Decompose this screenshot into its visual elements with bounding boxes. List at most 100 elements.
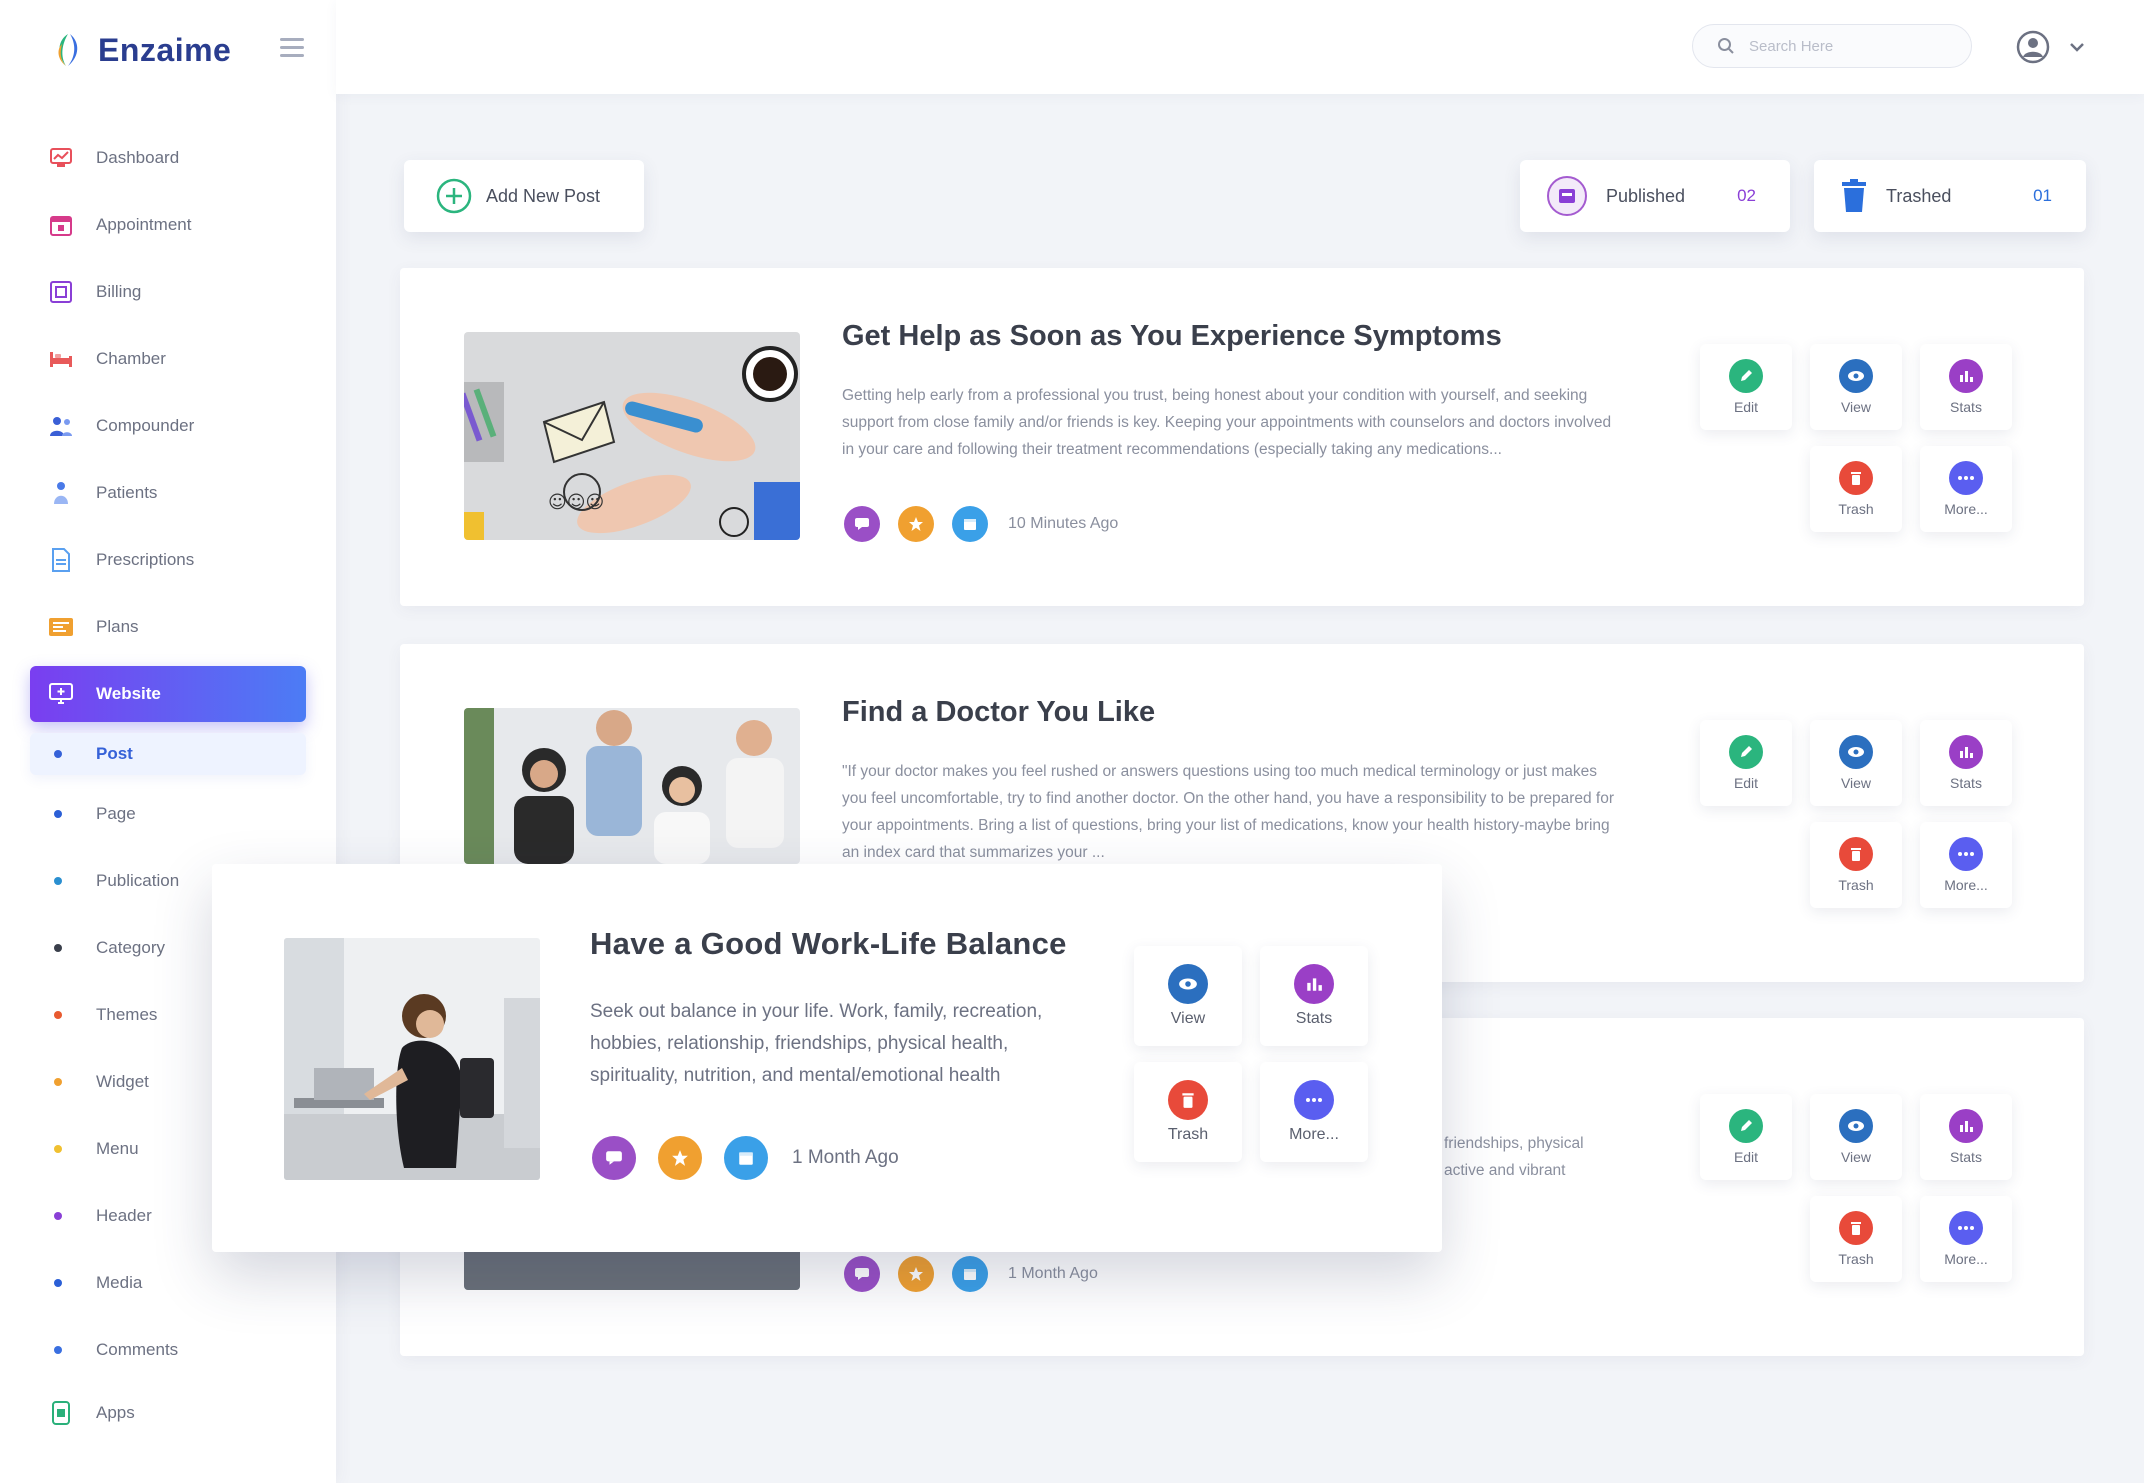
bar-chart-icon: [1294, 964, 1334, 1004]
sidebar-subitem-label: Publication: [96, 871, 180, 890]
sidebar-item-label: Appointment: [96, 215, 192, 234]
edit-label: Edit: [1733, 399, 1759, 415]
view-button[interactable]: View: [1810, 344, 1902, 430]
sidebar-item-billing[interactable]: Billing: [30, 264, 306, 320]
trash-label: Trash: [1167, 1126, 1209, 1143]
more-button[interactable]: More...: [1260, 1062, 1368, 1162]
sidebar-nav: Dashboard Appointment Billing Chamber Co…: [30, 130, 306, 1452]
sidebar-item-prescriptions[interactable]: Prescriptions: [30, 532, 306, 588]
trashed-filter-button[interactable]: Trashed 01: [1814, 160, 2086, 232]
sidebar-item-patients[interactable]: Patients: [30, 465, 306, 521]
edit-label: Edit: [1733, 1149, 1759, 1165]
more-dots-icon: [1949, 1211, 1983, 1245]
post-thumbnail[interactable]: [284, 938, 540, 1180]
sidebar-item-dashboard[interactable]: Dashboard: [30, 130, 306, 186]
published-count: 02: [1737, 186, 1756, 205]
post-thumbnail[interactable]: [464, 708, 800, 864]
sidebar-subitem-post[interactable]: Post: [30, 733, 306, 775]
bullet-dot: [54, 1212, 62, 1220]
sidebar-item-website[interactable]: Website: [30, 666, 306, 722]
brand-logo-icon: [58, 34, 78, 66]
edit-label: Edit: [1733, 775, 1759, 791]
more-dots-icon: [1949, 461, 1983, 495]
comment-icon[interactable]: [844, 506, 880, 542]
published-label: Published: [1606, 185, 1686, 206]
post-title[interactable]: Get Help as Soon as You Experience Sympt…: [842, 320, 1502, 353]
sidebar-item-compounder[interactable]: Compounder: [30, 398, 306, 454]
view-button[interactable]: View: [1810, 720, 1902, 806]
post-meta: 10 Minutes Ago: [844, 506, 1118, 542]
edit-button[interactable]: Edit: [1700, 720, 1792, 806]
more-dots-icon: [1294, 1080, 1334, 1120]
more-button[interactable]: More...: [1920, 446, 2012, 532]
trash-icon: [1168, 1080, 1208, 1120]
sidebar-item-apps[interactable]: Apps: [30, 1385, 306, 1441]
comment-icon[interactable]: [844, 1256, 880, 1292]
view-button[interactable]: View: [1134, 946, 1242, 1046]
sidebar-item-chamber[interactable]: Chamber: [30, 331, 306, 387]
dashboard-icon: [48, 145, 74, 171]
stats-button[interactable]: Stats: [1920, 1094, 2012, 1180]
post-title[interactable]: Find a Doctor You Like: [842, 696, 1155, 729]
trash-icon: [1839, 1211, 1873, 1245]
calendar-icon[interactable]: [952, 506, 988, 542]
trash-button[interactable]: Trash: [1810, 446, 1902, 532]
more-button[interactable]: More...: [1920, 822, 2012, 908]
trash-button[interactable]: Trash: [1810, 1196, 1902, 1282]
sidebar-subitem-page[interactable]: Page: [30, 786, 306, 842]
search-box[interactable]: [1692, 24, 1972, 68]
trash-button[interactable]: Trash: [1810, 822, 1902, 908]
pencil-icon: [1729, 1109, 1763, 1143]
brand[interactable]: Enzaime: [48, 26, 231, 74]
published-filter-button[interactable]: Published 02: [1520, 160, 1790, 232]
view-button[interactable]: View: [1810, 1094, 1902, 1180]
bullet-dot: [54, 1078, 62, 1086]
user-avatar-icon[interactable]: [2016, 30, 2050, 64]
post-thumbnail[interactable]: ☺☺☺: [464, 332, 800, 540]
search-input[interactable]: [1749, 37, 1949, 55]
sidebar-subitem-label: Comments: [96, 1340, 179, 1359]
sidebar-subitem-media[interactable]: Media: [30, 1255, 306, 1311]
sidebar-subitem-label: Menu: [96, 1139, 139, 1158]
post-meta: 1 Month Ago: [844, 1256, 1098, 1292]
billing-icon: [48, 279, 74, 305]
sidebar-subitem-label: Page: [96, 804, 136, 823]
view-label: View: [1840, 775, 1872, 791]
focused-post-card[interactable]: Have a Good Work-Life Balance Seek out b…: [212, 864, 1442, 1252]
more-button[interactable]: More...: [1920, 1196, 2012, 1282]
stats-button[interactable]: Stats: [1920, 720, 2012, 806]
trash-button[interactable]: Trash: [1134, 1062, 1242, 1162]
post-title[interactable]: Have a Good Work-Life Balance: [590, 926, 1067, 962]
eye-icon: [1839, 359, 1873, 393]
edit-button[interactable]: Edit: [1700, 1094, 1792, 1180]
stats-button[interactable]: Stats: [1920, 344, 2012, 430]
stats-button[interactable]: Stats: [1260, 946, 1368, 1046]
post-excerpt: Seek out balance in your life. Work, fam…: [590, 1001, 1043, 1086]
add-new-post-button[interactable]: Add New Post: [404, 160, 644, 232]
post-time: 10 Minutes Ago: [1008, 515, 1119, 532]
calendar-icon[interactable]: [952, 1256, 988, 1292]
bullet-dot: [54, 1011, 62, 1019]
chevron-down-icon[interactable]: [2068, 40, 2086, 54]
bullet-dot: [54, 810, 62, 818]
star-icon[interactable]: [898, 506, 934, 542]
top-bar: [336, 0, 2144, 94]
sidebar-item-plans[interactable]: Plans: [30, 599, 306, 655]
patient-icon: [48, 480, 74, 506]
bullet-dot: [54, 750, 62, 758]
plus-circle-icon: [436, 178, 472, 214]
star-icon[interactable]: [658, 1136, 702, 1180]
sidebar-item-label: Dashboard: [96, 148, 180, 167]
comment-icon[interactable]: [592, 1136, 636, 1180]
edit-button[interactable]: Edit: [1700, 344, 1792, 430]
menu-toggle-icon[interactable]: [280, 38, 304, 58]
sidebar-item-label: Website: [96, 684, 161, 703]
calendar-icon[interactable]: [724, 1136, 768, 1180]
bullet-dot: [54, 1346, 62, 1354]
star-icon[interactable]: [898, 1256, 934, 1292]
bar-chart-icon: [1949, 735, 1983, 769]
sidebar-item-appointment[interactable]: Appointment: [30, 197, 306, 253]
sidebar-subitem-comments[interactable]: Comments: [30, 1322, 306, 1378]
bar-chart-icon: [1949, 359, 1983, 393]
view-label: View: [1170, 1010, 1206, 1027]
